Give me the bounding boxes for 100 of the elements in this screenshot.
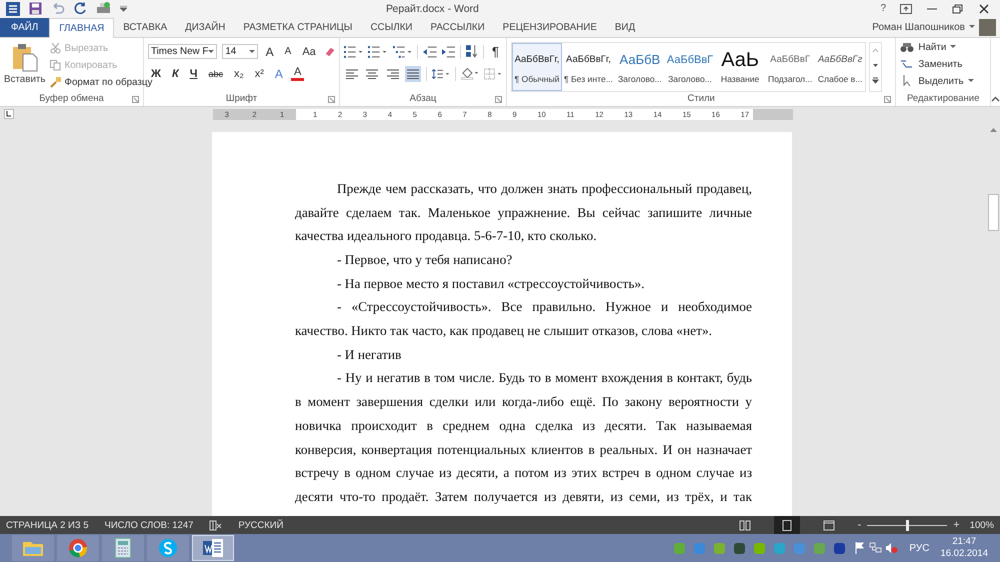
paste-button[interactable]: Вставить — [4, 40, 46, 92]
align-button[interactable] — [405, 66, 421, 82]
zoom-out-button[interactable]: - — [858, 519, 862, 532]
word-count[interactable]: ЧИСЛО СЛОВ: 1247 — [104, 520, 194, 531]
help-button[interactable]: ? — [880, 3, 886, 14]
group-label: Шрифт — [226, 93, 258, 104]
paint-bucket-icon[interactable] — [460, 67, 479, 80]
calculator-icon — [115, 538, 131, 558]
caret-icon — [950, 45, 956, 50]
font-format-button[interactable]: A — [272, 66, 286, 81]
style-gallery-item[interactable]: АаБбВ Заголово... — [614, 42, 665, 91]
zoom-in-button[interactable]: + — [953, 519, 960, 532]
group-label: Редактирование — [907, 93, 980, 104]
ribbon-tab[interactable]: РАССЫЛКИ — [421, 18, 494, 37]
taskbar-app-button[interactable] — [147, 535, 189, 562]
zoom-slider-thumb[interactable] — [906, 520, 910, 531]
show-formatting-button[interactable]: ¶ — [489, 44, 502, 60]
speaker-muted-icon[interactable] — [885, 542, 898, 554]
user-name[interactable]: Роман Шапошников — [872, 22, 965, 33]
font-format-button[interactable]: Ч — [186, 68, 200, 80]
clipboard-icon — [12, 42, 38, 72]
save-icon[interactable] — [29, 2, 42, 16]
ribbon-display-icon[interactable] — [900, 4, 912, 14]
replace-button[interactable]: Заменить — [900, 56, 986, 72]
style-gallery-item[interactable]: АаБбВвГг, ¶ Обычный — [512, 42, 562, 91]
style-gallery-item[interactable]: АаБбВвГг Слабое в... — [815, 42, 866, 91]
font-format-button[interactable]: Aa — [299, 46, 319, 58]
tab-selector-icon[interactable] — [4, 109, 14, 120]
find-button[interactable]: Найти — [900, 40, 986, 55]
paragraph: - Ну и негатив в том числе. Будь то в момент вхождения в контакт, будь в момент завершения сделки или когда-либо ещё. По закону вероятности у новичка происходит в среднем одна сделка из десяти. Так называемая конверсия, конвертация потенциальных клиентов в реальных. И он назначает встречу в одном случае из десяти, а потом из этих встреч в одном случае из десяти что-то продаёт. Затем получается из девяти, из семи, из трёх, и так — [295, 369, 752, 506]
avatar-photo-placeholder[interactable] — [979, 18, 996, 36]
style-gallery-item[interactable]: АаБбВвГг, ¶ Без инте... — [562, 42, 615, 91]
ribbon-tab[interactable]: ВИД — [606, 18, 644, 37]
flag-icon[interactable] — [854, 542, 866, 554]
font-format-button[interactable]: A — [262, 44, 277, 59]
multilevel-list-icon[interactable] — [392, 46, 412, 58]
scissors-icon — [50, 42, 61, 54]
input-language[interactable]: РУС — [909, 542, 930, 554]
font-format-button[interactable]: К — [168, 68, 182, 80]
taskbar-app-button[interactable] — [192, 535, 234, 562]
ribbon-tab[interactable]: ДИЗАЙН — [176, 18, 234, 37]
caret-icon[interactable] — [208, 50, 214, 54]
font-format-button[interactable]: A — [282, 46, 294, 58]
numbered-list-icon[interactable] — [368, 46, 388, 58]
borders-icon[interactable] — [484, 68, 502, 80]
style-gallery-item[interactable]: АаБбВвГ Заголово... — [664, 42, 716, 91]
sort-icon[interactable] — [466, 45, 478, 58]
dialog-launcher-icon[interactable] — [495, 96, 502, 103]
tray-icon[interactable] — [834, 542, 846, 554]
window-title: Рерайт.docx - Word — [385, 2, 480, 15]
scroll-up-icon[interactable] — [988, 126, 998, 134]
increase-indent-icon[interactable] — [442, 46, 456, 58]
caret-icon[interactable] — [969, 25, 975, 30]
page-icon — [780, 520, 793, 531]
ribbon-tab[interactable]: ФАЙЛ — [0, 18, 50, 37]
font-format-button[interactable]: A — [290, 66, 304, 81]
scroll-thumb[interactable] — [988, 194, 998, 231]
dialog-launcher-icon[interactable] — [884, 96, 892, 103]
eraser-icon[interactable] — [324, 46, 335, 58]
font-name-field[interactable]: Times New F — [148, 44, 218, 60]
zoom-level[interactable]: 100% — [970, 520, 994, 531]
caret-icon[interactable] — [248, 50, 255, 54]
select-button[interactable]: Выделить — [900, 74, 986, 89]
language-indicator[interactable]: РУССКИЙ — [238, 520, 284, 531]
page-count[interactable]: СТРАНИЦА 2 ИЗ 5 — [6, 520, 88, 531]
dialog-launcher-icon[interactable] — [328, 96, 335, 103]
group-label: Буфер обмена — [39, 93, 104, 104]
style-gallery-item[interactable]: АаБбВвГ Подзагол... — [765, 42, 816, 91]
font-format-button[interactable]: x₂ — [230, 68, 247, 80]
text-align-icon — [346, 68, 358, 79]
font-size-field[interactable]: 14 — [222, 44, 258, 60]
close-icon[interactable] — [978, 4, 990, 14]
ribbon-tab[interactable]: ССЫЛКИ — [361, 18, 422, 37]
restore-icon[interactable] — [952, 4, 964, 14]
clock[interactable]: 21:47 16.02.2014 — [940, 536, 994, 560]
taskbar-app-button[interactable] — [57, 535, 99, 562]
style-gallery-item[interactable]: АаЬ Название — [715, 42, 766, 91]
decrease-indent-icon[interactable] — [423, 46, 437, 58]
paragraph: - Первое, что у тебя написано? — [336, 250, 514, 269]
ribbon-tab[interactable]: РАЗМЕТКА СТРАНИЦЫ — [234, 18, 362, 37]
ribbon-tab[interactable]: РЕЦЕНЗИРОВАНИЕ — [494, 18, 606, 37]
font-format-button[interactable]: x² — [252, 68, 267, 80]
printer-icon[interactable] — [96, 2, 111, 16]
folder-icon — [22, 539, 44, 558]
ribbon-tab[interactable]: ГЛАВНАЯ — [49, 18, 114, 38]
ribbon-tab[interactable]: ВСТАВКА — [114, 18, 176, 37]
line-spacing-icon[interactable] — [432, 68, 450, 80]
browser-icon — [68, 538, 88, 558]
tray-icon[interactable] — [734, 542, 746, 554]
collapse-ribbon-icon[interactable] — [991, 96, 1000, 102]
proofing-icon[interactable] — [209, 520, 222, 531]
caret-icon[interactable] — [120, 6, 127, 12]
bulleted-list-icon[interactable] — [344, 46, 364, 58]
dialog-launcher-icon[interactable] — [132, 96, 139, 103]
redo-icon[interactable] — [74, 2, 87, 16]
paragraph: - И негатив — [336, 346, 402, 364]
network-icon[interactable] — [869, 542, 882, 554]
view-mode-button[interactable] — [774, 516, 800, 534]
font-format-button[interactable]: abc — [205, 68, 226, 79]
caret-icon — [968, 79, 974, 84]
